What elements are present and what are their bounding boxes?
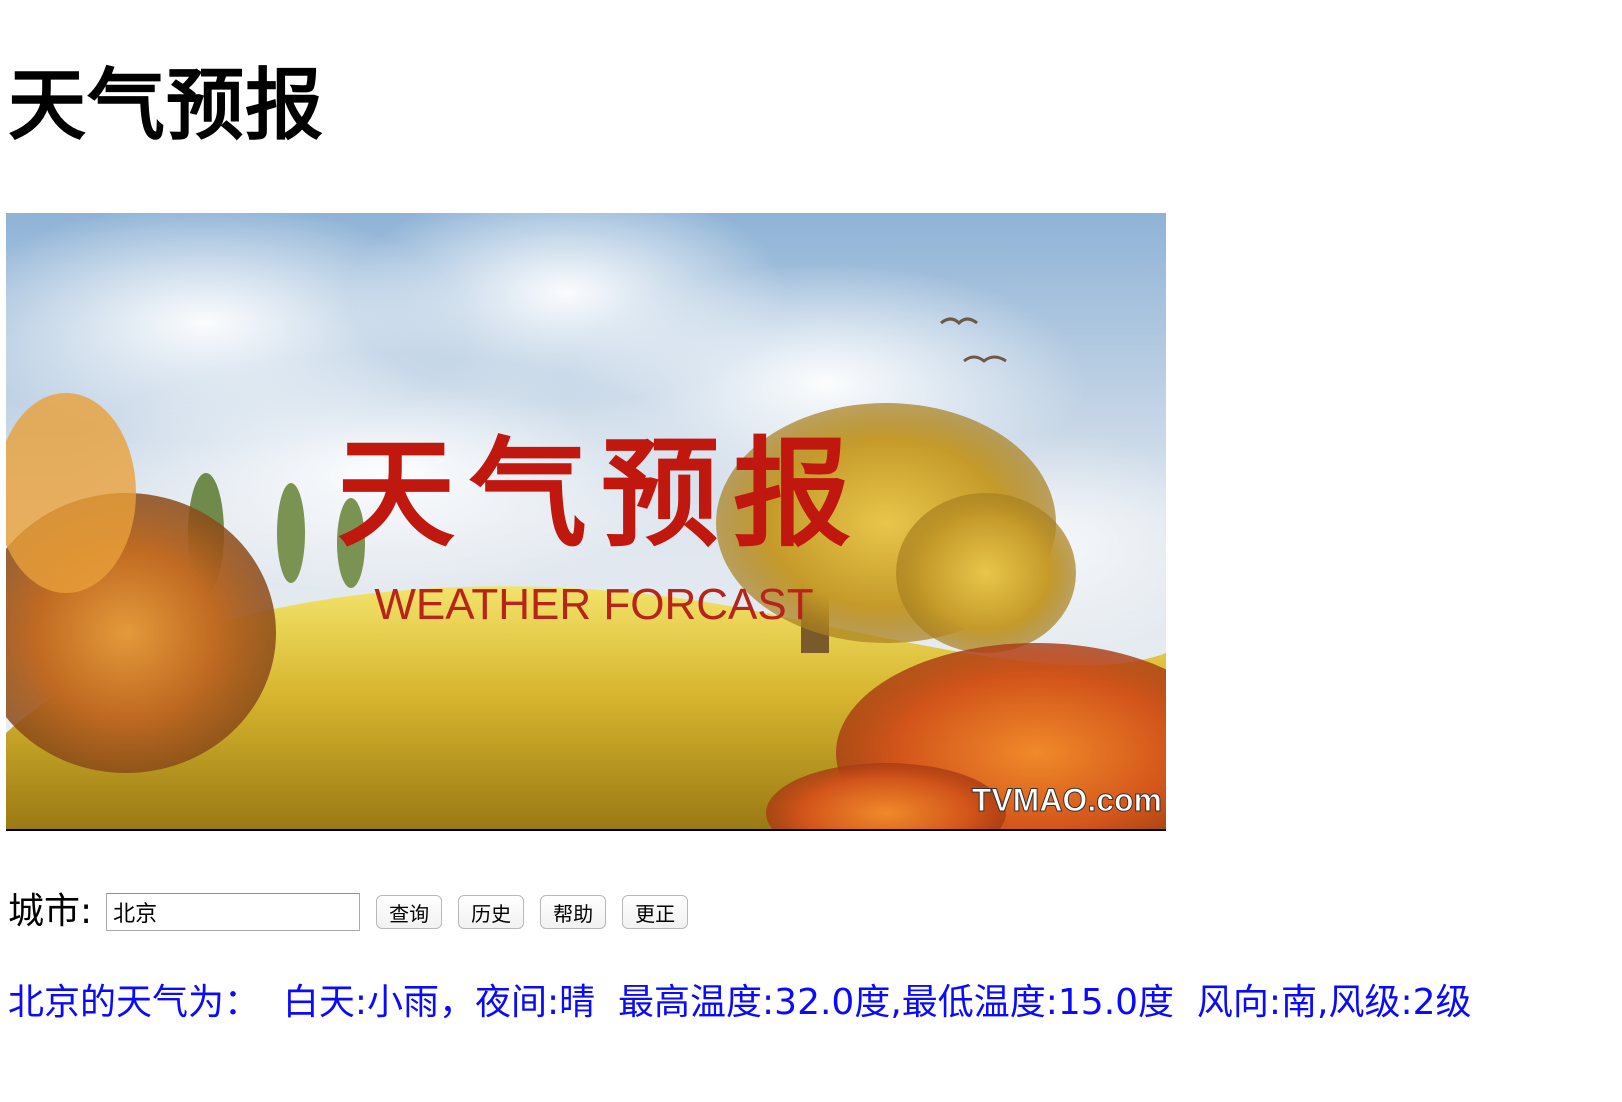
query-form: 城市: 查询 历史 帮助 更正 <box>8 886 704 938</box>
page: 天气预报 天气预报 WEATHER FORCAST TVMAO.com 城市: … <box>0 0 1622 1102</box>
correct-button[interactable]: 更正 <box>622 895 689 929</box>
page-title: 天气预报 <box>8 61 325 151</box>
banner-watermark: TVMAO.com <box>972 782 1162 818</box>
banner-title-cn: 天气预报 <box>337 424 865 563</box>
weather-banner-image: 天气预报 WEATHER FORCAST TVMAO.com <box>6 213 1166 831</box>
banner-title-en: WEATHER FORCAST <box>374 580 813 629</box>
search-button[interactable]: 查询 <box>376 895 443 929</box>
history-button[interactable]: 历史 <box>458 895 525 929</box>
city-input[interactable] <box>106 893 361 931</box>
city-label: 城市: <box>8 891 93 932</box>
weather-result-text: 北京的天气为： 白天:小雨，夜间:晴 最高温度:32.0度,最低温度:15.0度… <box>8 982 1472 1023</box>
help-button[interactable]: 帮助 <box>540 895 607 929</box>
